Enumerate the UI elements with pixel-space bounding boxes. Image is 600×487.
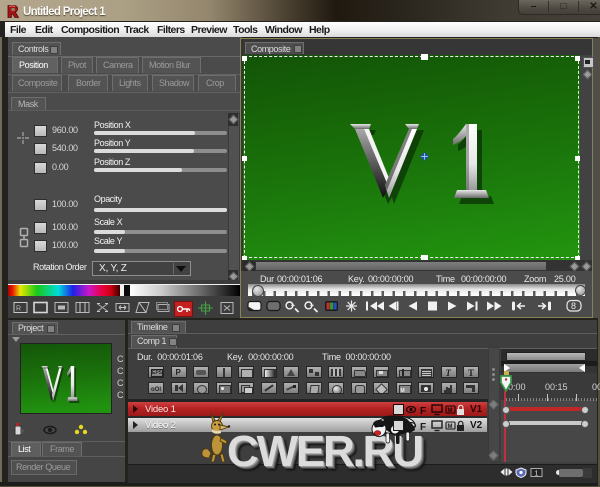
svg-text:F: F — [420, 422, 426, 432]
svg-text:M: M — [448, 424, 453, 430]
svg-text:8: 8 — [571, 301, 576, 311]
svg-text:1: 1 — [535, 471, 539, 478]
svg-text:R: R — [16, 306, 21, 313]
svg-text:F: F — [420, 406, 426, 416]
svg-text:M: M — [448, 408, 453, 414]
